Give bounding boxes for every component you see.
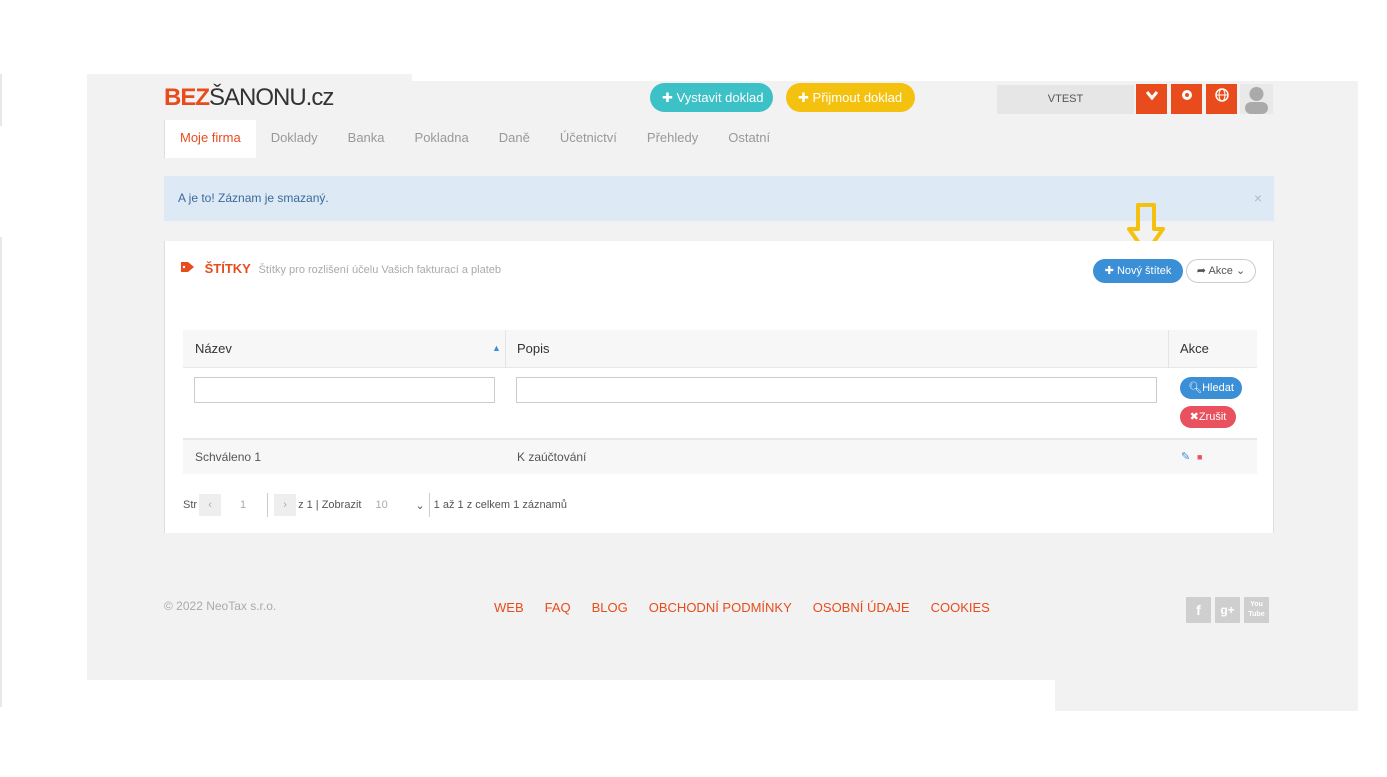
- nav-item-dane[interactable]: Daně: [484, 120, 545, 158]
- page-size-select[interactable]: 10: [375, 499, 415, 511]
- google-plus-icon[interactable]: g+: [1215, 597, 1240, 623]
- cancel-filter-button[interactable]: ✖Zrušit: [1180, 406, 1236, 428]
- copyright: © 2022 NeoTax s.r.o.: [164, 599, 277, 613]
- nav-item-ostatni[interactable]: Ostatní: [713, 120, 785, 158]
- pagination: Str ‹ 1 › z 1 | Zobrazit 10 ⌄ 1 až 1 z c…: [183, 493, 567, 517]
- search-button[interactable]: 🔍︎Hledat: [1180, 377, 1242, 399]
- nav-item-banka[interactable]: Banka: [333, 120, 400, 158]
- panel-title: ŠTÍTKY Štítky pro rozlišení účelu Vašich…: [181, 261, 501, 276]
- main-nav: Moje firma Doklady Banka Pokladna Daně Ú…: [164, 120, 785, 158]
- plus-icon: ✚: [1104, 265, 1114, 277]
- footer-link-blog[interactable]: BLOG: [592, 600, 628, 615]
- row-name: Schváleno 1: [195, 450, 262, 464]
- divider: [428, 493, 430, 517]
- youtube-icon[interactable]: You Tube: [1244, 597, 1269, 623]
- footer-link-cookies[interactable]: COOKIES: [931, 600, 990, 615]
- description-filter-input[interactable]: [516, 377, 1157, 403]
- alert-text: A je to! Záznam je smazaný.: [178, 191, 329, 205]
- page-subtitle: Štítky pro rozlišení účelu Vašich faktur…: [258, 264, 502, 276]
- footer-link-terms[interactable]: OBCHODNÍ PODMÍNKY: [649, 600, 792, 615]
- column-header-name[interactable]: Název: [195, 330, 232, 367]
- trash-icon[interactable]: ■: [1197, 440, 1202, 474]
- logo[interactable]: BEZŠANONU.cz: [164, 84, 334, 112]
- table-row[interactable]: Schváleno 1 K zaúčtování ✎ ■: [183, 440, 1257, 474]
- footer-link-privacy[interactable]: OSOBNÍ ÚDAJE: [813, 600, 910, 615]
- nav-item-ucetnictvi[interactable]: Účetnictví: [545, 120, 632, 158]
- page-label: Str: [183, 499, 198, 511]
- chevron-down-icon: ⌄: [1235, 265, 1246, 277]
- chevron-down-icon[interactable]: [1136, 84, 1167, 114]
- window-edge: [0, 74, 2, 126]
- row-description: K zaúčtování: [517, 450, 587, 464]
- column-header-actions: Akce: [1180, 341, 1209, 356]
- footer-link-faq[interactable]: FAQ: [545, 600, 571, 615]
- plus-icon: ✚: [798, 90, 809, 105]
- record-summary: 1 až 1 z celkem 1 záznamů: [433, 499, 567, 511]
- close-icon: ✖: [1189, 411, 1199, 423]
- page-title: ŠTÍTKY: [204, 261, 251, 276]
- new-tag-button[interactable]: ✚ Nový štítek: [1093, 259, 1183, 283]
- globe-icon[interactable]: [1206, 84, 1237, 114]
- gear-icon[interactable]: [1171, 84, 1202, 114]
- actions-dropdown-button[interactable]: ➦ Akce ⌄: [1186, 259, 1256, 283]
- chevron-down-icon[interactable]: ⌄: [415, 499, 424, 512]
- pencil-icon[interactable]: ✎: [1181, 440, 1190, 474]
- user-name[interactable]: VTEST: [997, 85, 1134, 114]
- receive-document-button[interactable]: ✚ Přijmout doklad: [786, 83, 915, 112]
- logo-brand: BEZ: [164, 84, 210, 111]
- tags-icon: [181, 261, 201, 276]
- search-icon: 🔍︎: [1188, 382, 1203, 394]
- close-icon[interactable]: ×: [1254, 176, 1262, 221]
- facebook-icon[interactable]: f: [1186, 597, 1211, 623]
- footer-link-web[interactable]: WEB: [494, 600, 524, 615]
- filter-row: 🔍︎Hledat ✖Zrušit: [183, 368, 1257, 440]
- prev-page-button[interactable]: ‹: [199, 494, 222, 516]
- tags-panel: ŠTÍTKY Štítky pro rozlišení účelu Vašich…: [164, 241, 1274, 533]
- nav-item-moje-firma[interactable]: Moje firma: [164, 120, 256, 158]
- issue-document-button[interactable]: ✚ Vystavit doklad: [650, 83, 773, 112]
- divider: [267, 493, 269, 517]
- nav-item-pokladna[interactable]: Pokladna: [400, 120, 484, 158]
- page-count-label: z 1 | Zobrazit: [298, 499, 362, 511]
- column-header-description[interactable]: Popis: [517, 330, 550, 367]
- page-bottom-strip: [1055, 680, 1358, 711]
- plus-icon: ✚: [662, 90, 673, 105]
- avatar[interactable]: [1240, 84, 1273, 114]
- window-edge: [0, 237, 2, 707]
- share-icon: ➦: [1196, 265, 1206, 277]
- success-alert: A je to! Záznam je smazaný. ×: [164, 176, 1274, 221]
- logo-rest: ŠANONU.cz: [209, 84, 334, 111]
- footer-links: WEB FAQ BLOG OBCHODNÍ PODMÍNKY OSOBNÍ ÚD…: [494, 600, 990, 615]
- header-gap: [412, 74, 1358, 81]
- nav-item-doklady[interactable]: Doklady: [256, 120, 333, 158]
- name-filter-input[interactable]: [194, 377, 495, 403]
- next-page-button[interactable]: ›: [274, 494, 297, 516]
- table-header: Název ▲ Popis Akce: [183, 330, 1257, 368]
- sort-asc-icon[interactable]: ▲: [492, 330, 501, 367]
- current-page[interactable]: 1: [223, 499, 263, 511]
- nav-item-prehledy[interactable]: Přehledy: [632, 120, 713, 158]
